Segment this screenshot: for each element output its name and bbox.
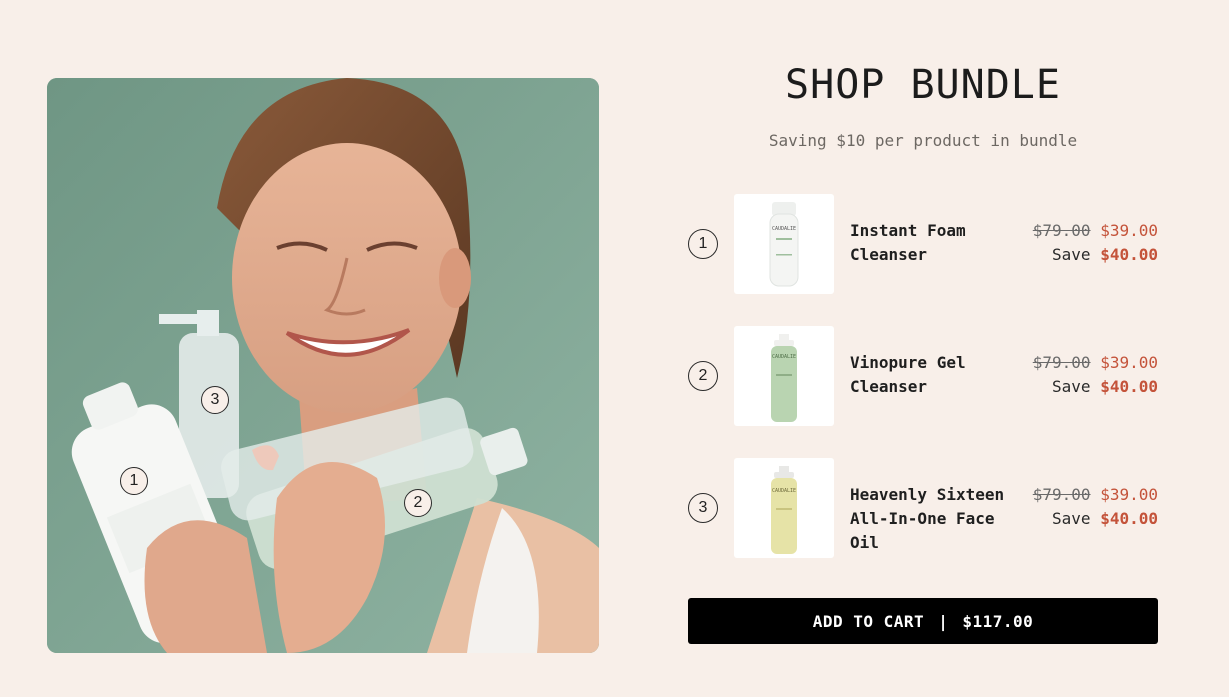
- product-price: $79.00 $39.00 Save $40.00: [1033, 483, 1158, 531]
- svg-text:CAUDALIE: CAUDALIE: [772, 488, 796, 494]
- model-with-products-illustration: [47, 78, 599, 653]
- sale-price: $39.00: [1100, 353, 1158, 372]
- product-name[interactable]: Vinopure Gel Cleanser: [850, 351, 1020, 399]
- save-amount: $40.00: [1100, 377, 1158, 396]
- product-name[interactable]: Instant Foam Cleanser: [850, 219, 1020, 267]
- save-amount: $40.00: [1100, 245, 1158, 264]
- cart-separator: |: [938, 611, 949, 631]
- bundle-lifestyle-image: 1 2 3: [47, 78, 599, 653]
- original-price: $79.00: [1032, 353, 1091, 372]
- sale-price: $39.00: [1100, 485, 1158, 504]
- bundle-item: 3 CAUDALIE Heavenly Sixteen All-In-One F…: [688, 458, 1158, 558]
- add-to-cart-button[interactable]: ADD TO CART | $117.00: [688, 598, 1158, 644]
- yellow-pump-bottle-icon: CAUDALIE: [771, 466, 797, 554]
- bundle-item: 1 CAUDALIE Instant Foam Cleanser $79.00 …: [688, 194, 1158, 294]
- original-price: $79.00: [1032, 221, 1091, 240]
- hotspot-2[interactable]: 2: [404, 489, 432, 517]
- add-to-cart-label: ADD TO CART: [812, 611, 925, 631]
- product-thumbnail[interactable]: CAUDALIE: [734, 194, 834, 294]
- svg-text:CAUDALIE: CAUDALIE: [772, 354, 796, 360]
- sale-price: $39.00: [1100, 221, 1158, 240]
- item-number: 3: [688, 493, 718, 523]
- product-price: $79.00 $39.00 Save $40.00: [1033, 351, 1158, 399]
- item-number: 2: [688, 361, 718, 391]
- product-name[interactable]: Heavenly Sixteen All-In-One Face Oil: [850, 483, 1020, 555]
- green-pump-bottle-icon: CAUDALIE: [771, 334, 797, 422]
- product-thumbnail[interactable]: CAUDALIE: [734, 458, 834, 558]
- original-price: $79.00: [1032, 485, 1091, 504]
- bundle-item: 2 CAUDALIE Vinopure Gel Cleanser $79.00 …: [688, 326, 1158, 426]
- bundle-title: SHOP BUNDLE: [785, 62, 1061, 108]
- bundle-subtitle: Saving $10 per product in bundle: [768, 131, 1078, 150]
- save-amount: $40.00: [1100, 509, 1158, 528]
- hotspot-1[interactable]: 1: [120, 467, 148, 495]
- save-label: Save: [1052, 245, 1091, 264]
- hotspot-3[interactable]: 3: [201, 386, 229, 414]
- cart-total: $117.00: [962, 611, 1034, 631]
- save-label: Save: [1052, 509, 1091, 528]
- product-thumbnail[interactable]: CAUDALIE: [734, 326, 834, 426]
- item-number: 1: [688, 229, 718, 259]
- save-label: Save: [1052, 377, 1091, 396]
- foam-bottle-icon: CAUDALIE: [769, 202, 799, 287]
- svg-text:CAUDALIE: CAUDALIE: [772, 226, 796, 232]
- product-price: $79.00 $39.00 Save $40.00: [1033, 219, 1158, 267]
